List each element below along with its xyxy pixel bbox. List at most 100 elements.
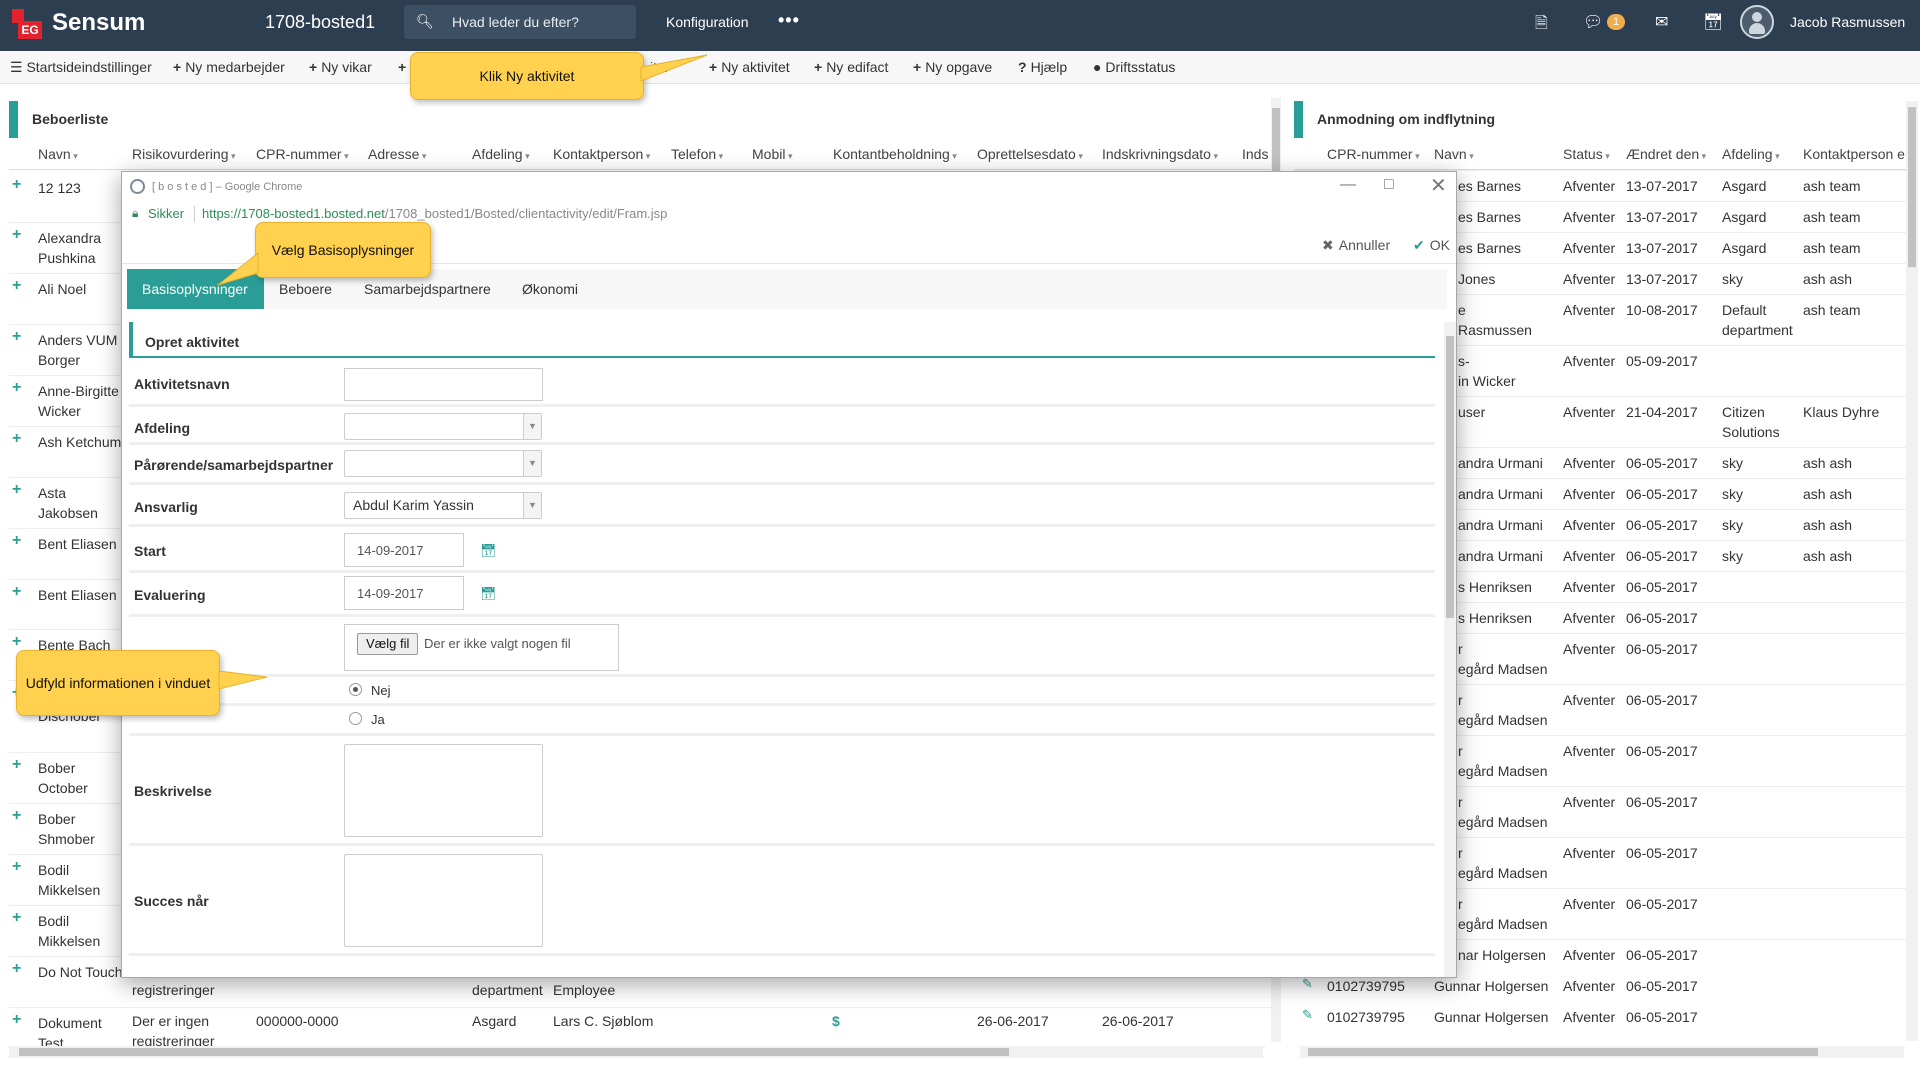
- avatar[interactable]: [1740, 5, 1774, 39]
- expand-row-icon[interactable]: +: [12, 379, 21, 397]
- expand-row-icon[interactable]: +: [12, 532, 21, 550]
- column-header[interactable]: Mobil: [752, 146, 793, 162]
- right-vertical-scrollbar[interactable]: [1906, 101, 1918, 1041]
- column-header[interactable]: Adresse: [368, 146, 426, 162]
- settings-link[interactable]: ☰ Startsideindstillinger: [10, 59, 152, 76]
- expand-row-icon[interactable]: +: [12, 176, 21, 194]
- mail-icon[interactable]: ✉: [1655, 12, 1668, 32]
- cash-icon[interactable]: $: [832, 1011, 840, 1031]
- request-date-cell: 06-05-2017: [1626, 896, 1698, 912]
- resident-name[interactable]: Ali Noel: [38, 279, 124, 299]
- column-header[interactable]: Navn: [38, 146, 78, 162]
- expand-row-icon[interactable]: +: [12, 858, 21, 876]
- column-header[interactable]: Afdeling: [1722, 146, 1780, 162]
- success-textarea[interactable]: [344, 854, 543, 947]
- expand-row-icon[interactable]: +: [12, 226, 21, 244]
- resident-name[interactable]: Ash Ketchum: [38, 432, 124, 452]
- radio-yes[interactable]: [349, 712, 362, 725]
- expand-row-icon[interactable]: +: [12, 481, 21, 499]
- column-header[interactable]: Indskrivningsdato: [1102, 146, 1218, 162]
- maximize-icon[interactable]: □: [1384, 176, 1394, 194]
- edit-icon[interactable]: ✎: [1302, 1007, 1313, 1023]
- resident-name[interactable]: Bent Eliasen: [38, 534, 124, 554]
- resident-name[interactable]: Do Not Touch: [38, 962, 124, 982]
- resident-name[interactable]: Bent Eliasen: [38, 585, 124, 605]
- new-task-link[interactable]: + Ny opgave: [913, 59, 992, 75]
- column-header[interactable]: Navn: [1434, 146, 1474, 162]
- resident-name[interactable]: 12 123: [38, 178, 124, 198]
- resident-name[interactable]: Bober Shmober: [38, 809, 124, 849]
- column-header[interactable]: CPR-nummer: [1327, 146, 1420, 162]
- document-icon[interactable]: 🗎: [1535, 12, 1548, 39]
- new-hidden-link[interactable]: +: [398, 59, 410, 75]
- edit-icon[interactable]: ✎: [1302, 976, 1313, 992]
- search-placeholder[interactable]: Hvad leder du efter?: [452, 14, 579, 30]
- expand-row-icon[interactable]: +: [12, 277, 21, 295]
- search-icon: 🔍︎: [416, 13, 434, 29]
- cancel-button[interactable]: ✖ Annuller: [1322, 237, 1390, 254]
- expand-row-icon[interactable]: +: [12, 960, 21, 978]
- left-horizontal-scrollbar[interactable]: [9, 1046, 1263, 1058]
- expand-row-icon[interactable]: +: [12, 583, 21, 601]
- tab-okonomi[interactable]: Økonomi: [507, 269, 593, 309]
- expand-row-icon[interactable]: +: [12, 756, 21, 774]
- url-text[interactable]: https://1708-bosted1.bosted.net/1708_bos…: [202, 206, 667, 221]
- column-header[interactable]: Oprettelsesdato: [977, 146, 1083, 162]
- column-header[interactable]: Risikovurdering: [132, 146, 236, 162]
- ok-button[interactable]: ✔ OK: [1413, 237, 1450, 254]
- evaluation-date-input[interactable]: 14-09-2017: [344, 576, 464, 610]
- expand-row-icon[interactable]: +: [12, 807, 21, 825]
- request-cpr-cell: 0102739795: [1327, 978, 1405, 994]
- configuration-menu[interactable]: Konfiguration: [666, 14, 749, 30]
- expand-row-icon[interactable]: +: [12, 909, 21, 927]
- calendar-icon[interactable]: 📅︎: [480, 586, 497, 602]
- resident-name[interactable]: Alexandra Pushkina: [38, 228, 124, 268]
- status-link[interactable]: ● Driftsstatus: [1093, 59, 1175, 75]
- choose-file-button[interactable]: Vælg fil: [357, 633, 419, 655]
- resident-name[interactable]: Bodil Mikkelsen: [38, 911, 124, 951]
- activity-name-input[interactable]: [344, 368, 543, 401]
- calendar-icon[interactable]: 📅︎: [1703, 12, 1723, 32]
- resident-name[interactable]: Asta Jakobsen: [38, 483, 124, 523]
- ansvarlig-select[interactable]: Abdul Karim Yassin ▼: [344, 492, 542, 519]
- new-activity-link[interactable]: + Ny aktivitet: [709, 59, 790, 75]
- column-header[interactable]: Kontaktperson e: [1803, 146, 1912, 162]
- partner-select[interactable]: ▼: [344, 450, 542, 477]
- resident-name[interactable]: Bober October: [38, 758, 124, 798]
- column-header[interactable]: CPR-nummer: [256, 146, 349, 162]
- eg-logo[interactable]: EG: [12, 9, 42, 39]
- resident-name[interactable]: Bodil Mikkelsen: [38, 860, 124, 900]
- column-header[interactable]: Telefon: [671, 146, 723, 162]
- column-header[interactable]: Ændret den: [1626, 146, 1706, 162]
- column-header[interactable]: Afdeling: [472, 146, 530, 162]
- column-header[interactable]: Kontantbeholdning: [833, 146, 957, 162]
- new-employee-link[interactable]: + Ny medarbejder: [173, 59, 285, 75]
- expand-row-icon[interactable]: +: [12, 328, 21, 346]
- new-edifact-link[interactable]: + Ny edifact: [814, 59, 888, 75]
- chat-icon[interactable]: 💬︎: [1583, 12, 1603, 32]
- new-temp-link[interactable]: + Ny vikar: [309, 59, 372, 75]
- minimize-icon[interactable]: —: [1340, 176, 1356, 194]
- global-search[interactable]: 🔍︎ Hvad leder du efter?: [404, 5, 636, 39]
- user-name[interactable]: Jacob Rasmussen: [1790, 14, 1905, 30]
- column-header[interactable]: Kontaktperson: [553, 146, 650, 162]
- expand-row-icon[interactable]: +: [12, 633, 21, 651]
- window-titlebar[interactable]: [ b o s t e d ] – Google Chrome — □ ✕: [122, 172, 1456, 202]
- modal-scrollbar[interactable]: [1444, 322, 1456, 977]
- radio-no[interactable]: [349, 683, 362, 696]
- right-horizontal-scrollbar[interactable]: [1300, 1046, 1904, 1058]
- resident-name[interactable]: Anders VUM Borger: [38, 330, 124, 370]
- calendar-icon[interactable]: 📅︎: [480, 543, 497, 559]
- expand-row-icon[interactable]: +: [12, 1011, 21, 1029]
- kontakt-cell: Employee: [553, 982, 616, 998]
- afdeling-select[interactable]: ▼: [344, 413, 542, 440]
- resident-name[interactable]: Anne-Birgitte Wicker: [38, 381, 124, 421]
- close-icon[interactable]: ✕: [1430, 173, 1447, 198]
- column-header[interactable]: Status: [1563, 146, 1610, 162]
- more-menu-icon[interactable]: •••: [778, 10, 800, 31]
- start-date-input[interactable]: 14-09-2017: [344, 533, 464, 567]
- expand-row-icon[interactable]: +: [12, 430, 21, 448]
- description-textarea[interactable]: [344, 744, 543, 837]
- help-link[interactable]: ? Hjælp: [1018, 59, 1067, 75]
- brand-name[interactable]: Sensum: [52, 9, 145, 37]
